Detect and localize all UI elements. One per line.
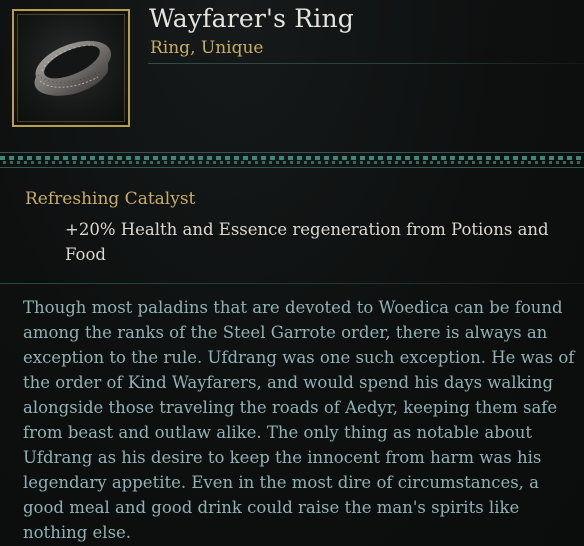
item-type: Ring, Unique <box>150 38 264 58</box>
silver-band-ring-icon <box>34 40 112 96</box>
item-icon-frame <box>12 9 130 127</box>
effect-title: Refreshing Catalyst <box>25 189 196 209</box>
ornamental-divider <box>0 152 584 168</box>
item-name: Wayfarer's Ring <box>149 4 354 33</box>
header-divider <box>148 63 584 64</box>
lore-text: Though most paladins that are devoted to… <box>23 298 575 542</box>
lore-divider <box>0 283 584 284</box>
effect-description: +20% Health and Essence regeneration fro… <box>65 220 549 264</box>
item-tooltip: Wayfarer's Ring Ring, Unique Refreshing … <box>0 0 584 546</box>
